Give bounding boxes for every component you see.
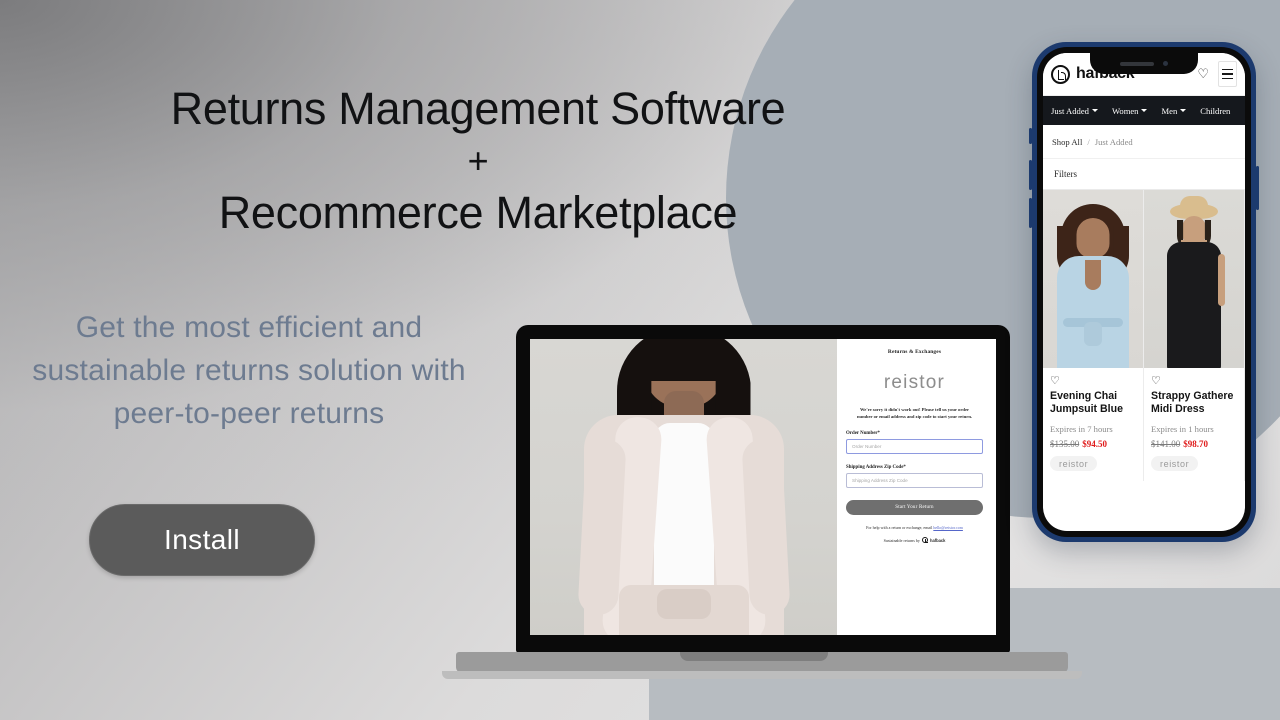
start-return-button[interactable]: Start Your Return: [846, 500, 983, 515]
product-expiry: Expires in 7 hours: [1050, 424, 1113, 434]
zip-code-input[interactable]: Shipping Address Zip Code: [846, 473, 983, 488]
breadcrumb: Shop All / Just Added: [1043, 125, 1245, 159]
nav-item-women[interactable]: Women: [1112, 106, 1148, 116]
product-title-line-2: Midi Dress: [1151, 403, 1205, 415]
nav-label: Just Added: [1051, 105, 1089, 116]
filters-button[interactable]: Filters: [1043, 159, 1245, 190]
product-photo-blazer: [530, 339, 837, 635]
help-text-prefix: For help with a return or exchange, emai…: [866, 525, 934, 530]
product-title-line-1: Strappy Gathere: [1151, 390, 1234, 402]
order-number-label: Order Number*: [846, 431, 881, 436]
product-brand-chip: reistor: [1151, 456, 1199, 471]
favorite-heart-icon[interactable]: ♡: [1050, 374, 1136, 387]
headline-line-1: Returns Management Software: [170, 83, 786, 134]
product-expiry: Expires in 1 hours: [1151, 424, 1214, 434]
breadcrumb-separator: /: [1087, 136, 1090, 147]
laptop-mockup: Returns & Exchanges reistor We're sorry …: [442, 325, 1082, 679]
product-card[interactable]: ♡ Evening Chai Jumpsuit Blue Expires in …: [1043, 190, 1144, 481]
hafback-logo-icon: [1051, 64, 1070, 84]
chevron-down-icon: [1091, 109, 1098, 112]
footer-prefix: Sustainable returns by: [883, 537, 920, 543]
laptop-base: [456, 652, 1068, 673]
phone-power-button: [1256, 166, 1259, 210]
install-button[interactable]: Install: [89, 504, 315, 576]
hafback-logo-icon: [921, 537, 928, 544]
chevron-down-icon: [1141, 109, 1148, 112]
phone-volume-down-button: [1029, 198, 1032, 228]
nav-label: Men: [1161, 105, 1178, 116]
product-grid: ♡ Evening Chai Jumpsuit Blue Expires in …: [1043, 190, 1245, 481]
order-number-input[interactable]: Order Number: [846, 439, 983, 454]
hamburger-menu-icon[interactable]: [1218, 61, 1237, 87]
returns-form: Returns & Exchanges reistor We're sorry …: [837, 339, 992, 635]
product-title-line-2: Jumpsuit Blue: [1050, 403, 1123, 415]
page-title: Returns Management Software + Recommerce…: [0, 82, 956, 240]
phone-notch: [1090, 53, 1198, 74]
laptop-lid: Returns & Exchanges reistor We're sorry …: [516, 325, 1010, 653]
footer-brand: hafback: [929, 537, 946, 543]
camera-icon: [1163, 61, 1168, 66]
form-help-text: For help with a return or exchange, emai…: [846, 525, 983, 530]
form-intro-text: We're sorry it didn't work out! Please t…: [856, 407, 973, 419]
product-price: $135.00 $94.50: [1050, 439, 1136, 449]
nav-label: Women: [1111, 105, 1139, 116]
original-price: $135.00: [1050, 439, 1080, 449]
chevron-down-icon: [1180, 109, 1187, 112]
sale-price: $94.50: [1082, 439, 1107, 449]
phone-category-nav: Just Added Women Men Children: [1043, 96, 1245, 125]
laptop-foot: [442, 671, 1082, 679]
phone-bezel: hafback ♡ Just Added Women: [1037, 47, 1251, 537]
zip-code-label: Shipping Address Zip Code*: [846, 465, 906, 470]
phone-mockup: hafback ♡ Just Added Women: [1029, 42, 1259, 542]
product-card[interactable]: ♡ Strappy Gathere Midi Dress Expires in …: [1144, 190, 1245, 481]
original-price: $141.00: [1151, 439, 1181, 449]
form-footer: Sustainable returns by hafback: [846, 537, 983, 544]
reistor-logo: reistor: [883, 372, 946, 393]
breadcrumb-current: Just Added: [1094, 136, 1133, 147]
header-icons: ♡: [1197, 61, 1237, 87]
nav-item-just-added[interactable]: Just Added: [1051, 106, 1098, 116]
product-brand-chip: reistor: [1050, 456, 1098, 471]
product-price: $141.00 $98.70: [1151, 439, 1237, 449]
sale-price: $98.70: [1183, 439, 1208, 449]
product-info: ♡ Strappy Gathere Midi Dress Expires in …: [1144, 368, 1244, 481]
phone-volume-up-button: [1029, 160, 1032, 190]
phone-mute-switch: [1029, 128, 1032, 144]
product-info: ♡ Evening Chai Jumpsuit Blue Expires in …: [1043, 368, 1143, 481]
product-image: [1144, 190, 1244, 368]
laptop-screen: Returns & Exchanges reistor We're sorry …: [530, 339, 996, 635]
nav-item-men[interactable]: Men: [1161, 105, 1187, 116]
headline-line-2: Recommerce Marketplace: [218, 187, 738, 238]
wishlist-heart-icon[interactable]: ♡: [1197, 66, 1209, 82]
speaker-icon: [1120, 61, 1154, 66]
support-email-link[interactable]: hello@reistor.com: [933, 525, 963, 530]
phone-screen: hafback ♡ Just Added Women: [1043, 53, 1245, 531]
form-title: Returns & Exchanges: [887, 349, 942, 355]
favorite-heart-icon[interactable]: ♡: [1151, 374, 1237, 387]
product-title-line-1: Evening Chai: [1050, 390, 1118, 402]
product-image: [1043, 190, 1143, 368]
breadcrumb-root[interactable]: Shop All: [1052, 137, 1082, 147]
subheadline: Get the most efficient and sustainable r…: [32, 311, 466, 430]
nav-item-children[interactable]: Children: [1200, 106, 1230, 116]
headline-plus: +: [467, 140, 489, 181]
slide-canvas: Returns Management Software + Recommerce…: [0, 0, 1280, 720]
